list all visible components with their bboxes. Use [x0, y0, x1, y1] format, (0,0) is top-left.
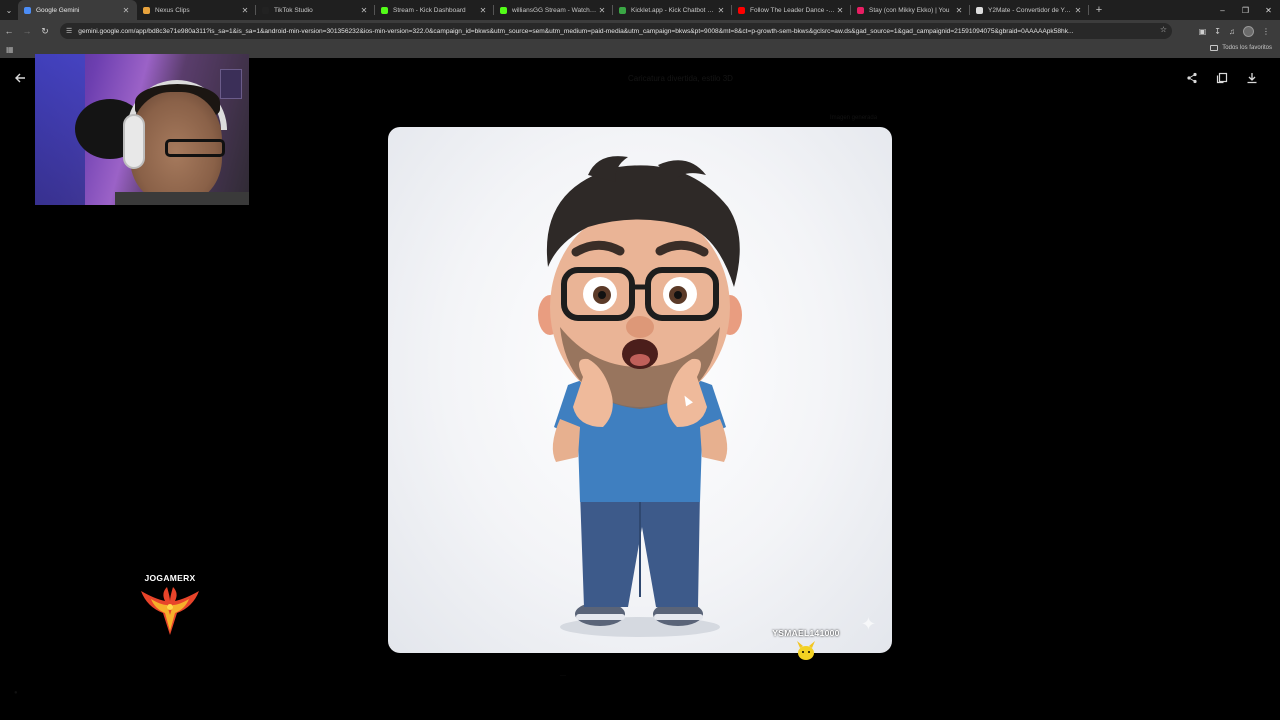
browser-tab[interactable]: TikTok Studio ✕ [256, 0, 375, 20]
streamer-webcam [35, 54, 249, 205]
browser-tab[interactable]: Stream - Kick Dashboard ✕ [375, 0, 494, 20]
browser-tab-strip: ⌄ Google Gemini ✕ Nexus Clips ✕ TikTok Studi… [0, 0, 1280, 20]
apps-grid-icon[interactable]: ▦ [6, 45, 14, 54]
browser-tab[interactable]: williansGG Stream - Watch Live ✕ [494, 0, 613, 20]
tab-favicon-icon [262, 6, 269, 14]
browser-tab[interactable]: Stay (con Mikky Ekko) | You ✕ [851, 0, 970, 20]
tab-label: Kicklet.app - Kick Chatbot and [631, 6, 716, 14]
streamer-badge-left: JOGAMERX [132, 573, 208, 644]
download-icon[interactable] [1244, 70, 1260, 86]
profile-avatar[interactable] [1243, 25, 1254, 37]
tab-label: Nexus Clips [155, 6, 190, 14]
gemini-sparkle-icon: ✦ [860, 614, 876, 634]
streamer-badge-right: YSMAEL141000 [764, 628, 848, 667]
tab-close-icon[interactable]: ✕ [597, 6, 607, 15]
all-bookmarks-button[interactable]: Todos los favoritos [1210, 45, 1272, 51]
tab-favicon-icon [619, 6, 626, 14]
url-text[interactable]: gemini.google.com/app/bd8c3e71e980a311?i… [78, 28, 1148, 35]
tab-separator [1088, 5, 1089, 15]
minimize-icon[interactable]: – [1211, 0, 1234, 20]
tab-favicon-icon [381, 6, 388, 14]
restore-icon[interactable]: ❐ [1234, 0, 1257, 20]
share-icon[interactable] [1184, 70, 1200, 86]
media-icon[interactable]: ♫ [1229, 27, 1235, 36]
browser-tab[interactable]: Google Gemini ✕ [18, 0, 137, 20]
generated-image[interactable]: ✦ [388, 127, 892, 653]
browser-toolbar: ← → ↻ ☰ gemini.google.com/app/bd8c3e71e9… [0, 20, 1280, 42]
tab-close-icon[interactable]: ✕ [1073, 6, 1083, 15]
forward-nav-icon[interactable]: → [18, 20, 36, 42]
tab-label: Google Gemini [36, 6, 80, 14]
dim-left-caption: ● [14, 690, 18, 696]
copy-icon[interactable] [1214, 70, 1230, 86]
folder-icon [1210, 45, 1219, 51]
tab-label: Stay (con Mikky Ekko) | You [869, 6, 950, 14]
tab-favicon-icon [143, 6, 150, 14]
tab-close-icon[interactable]: ✕ [716, 6, 726, 15]
tab-close-icon[interactable]: ✕ [835, 6, 845, 15]
address-bar[interactable]: ☰ gemini.google.com/app/bd8c3e71e980a311… [60, 23, 1172, 39]
browser-tab[interactable]: Kicklet.app - Kick Chatbot and ✕ [613, 0, 732, 20]
tab-label: Stream - Kick Dashboard [393, 6, 466, 14]
viewer-subtitle: Imagen generada [830, 115, 878, 121]
browser-tab[interactable]: Nexus Clips ✕ [137, 0, 256, 20]
tab-favicon-icon [24, 6, 31, 14]
tab-close-icon[interactable]: ✕ [359, 6, 369, 15]
menu-icon[interactable]: ⋮ [1262, 27, 1270, 36]
tab-favicon-icon [500, 6, 507, 14]
tab-label: Y2Mate - Convertidor de YouTu [988, 6, 1073, 14]
tab-favicon-icon [976, 6, 983, 14]
dim-caption: — [560, 673, 566, 679]
badge-right-name: YSMAEL141000 [772, 628, 840, 638]
bookmark-star-icon[interactable]: ☆ [1160, 25, 1167, 34]
window-controls: – ❐ ✕ [1211, 0, 1280, 20]
viewer-title: Caricatura divertida, estilo 3D [628, 74, 733, 83]
tab-close-icon[interactable]: ✕ [478, 6, 488, 15]
close-window-icon[interactable]: ✕ [1257, 0, 1280, 20]
reload-icon[interactable]: ↻ [36, 20, 54, 42]
tab-favicon-icon [857, 6, 864, 14]
wall-poster [220, 69, 242, 99]
tab-close-icon[interactable]: ✕ [240, 6, 250, 15]
tab-favicon-icon [738, 6, 745, 14]
downloads-icon[interactable]: ↧ [1214, 27, 1221, 36]
tab-label: TikTok Studio [274, 6, 313, 14]
close-viewer-back-icon[interactable] [12, 70, 28, 86]
headphone-icon [123, 114, 145, 169]
new-tab-button[interactable]: + [1089, 0, 1109, 20]
tab-label: williansGG Stream - Watch Live [512, 6, 597, 14]
browser-tab[interactable]: Follow The Leader Dance - You ✕ [732, 0, 851, 20]
back-nav-icon[interactable]: ← [0, 20, 18, 42]
extensions-icon[interactable]: ▣ [1199, 27, 1207, 36]
browser-tab[interactable]: Y2Mate - Convertidor de YouTu ✕ [970, 0, 1089, 20]
badge-left-name: JOGAMERX [144, 573, 196, 583]
site-info-icon[interactable]: ☰ [66, 27, 72, 35]
all-bookmarks-label: Todos los favoritos [1222, 45, 1272, 51]
tab-close-icon[interactable]: ✕ [954, 6, 964, 15]
tab-label: Follow The Leader Dance - You [750, 6, 835, 14]
tab-search-icon[interactable]: ⌄ [0, 0, 18, 20]
tab-close-icon[interactable]: ✕ [121, 6, 131, 15]
pikachu-icon [797, 641, 815, 660]
phoenix-icon [141, 587, 199, 635]
